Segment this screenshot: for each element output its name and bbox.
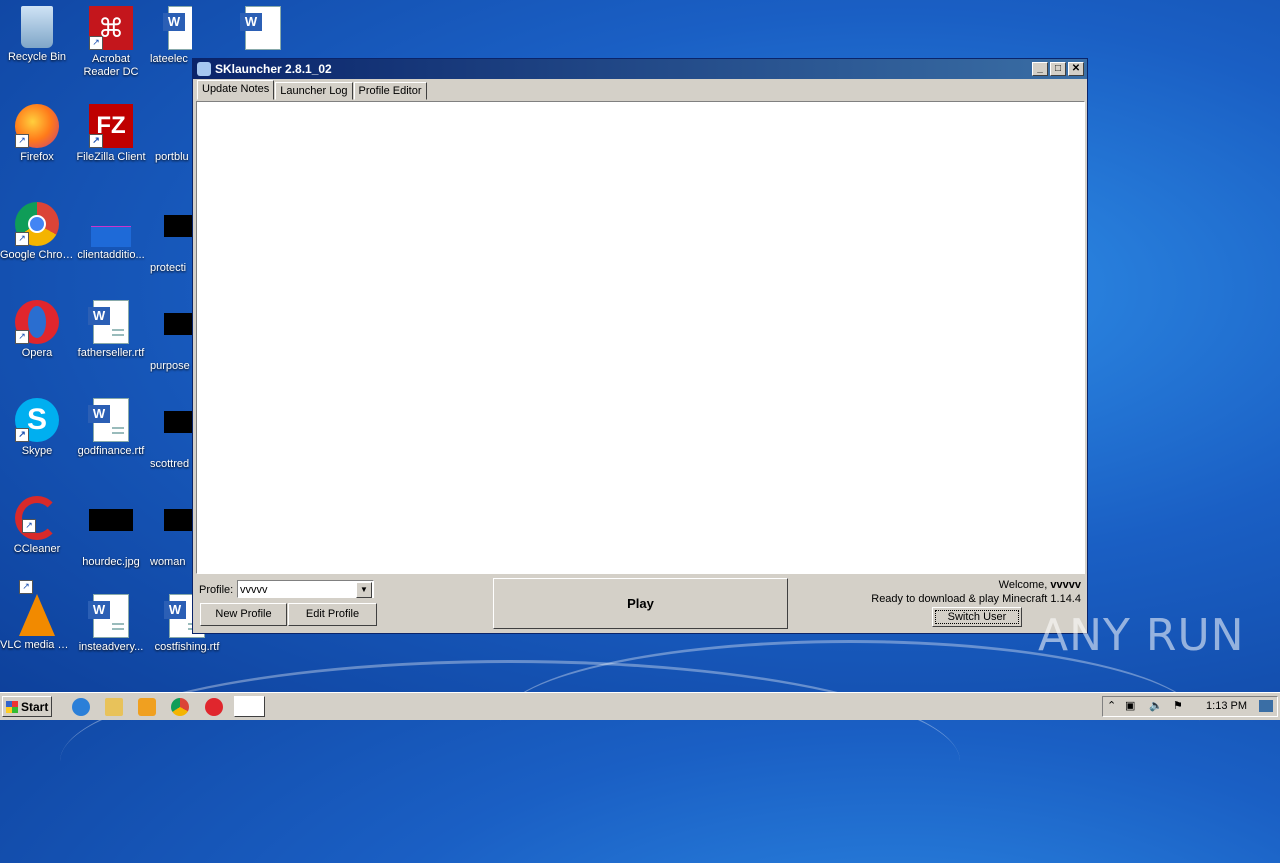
switch-user-button[interactable]: Switch User xyxy=(932,607,1022,627)
show-hidden-icons-icon[interactable]: ⌃ xyxy=(1107,699,1116,712)
desktop-icon-word-doc[interactable]: W xyxy=(226,6,300,53)
window-title: SKlauncher 2.8.1_02 xyxy=(215,62,332,76)
volume-icon[interactable]: 🔈 xyxy=(1149,699,1163,712)
windows-logo-icon xyxy=(6,701,18,713)
network-icon[interactable]: ▣ xyxy=(1125,699,1135,712)
desktop-icon-vlc[interactable]: ↗ VLC media player xyxy=(0,580,74,652)
opera-icon: ↗ xyxy=(15,300,59,344)
shortcut-arrow-icon: ↗ xyxy=(15,428,29,442)
acrobat-icon: ⌘ ↗ xyxy=(89,6,133,50)
desktop-icon-godfinance[interactable]: W godfinance.rtf xyxy=(74,398,148,458)
tab-update-notes[interactable]: Update Notes xyxy=(197,80,275,100)
firefox-icon: ↗ xyxy=(15,104,59,148)
desktop-icon-opera[interactable]: ↗ Opera xyxy=(0,300,74,360)
update-notes-panel[interactable] xyxy=(196,101,1085,574)
chrome-icon[interactable] xyxy=(171,698,189,716)
window-titlebar[interactable]: SKlauncher 2.8.1_02 _ □ ✕ xyxy=(193,59,1087,79)
profile-select[interactable]: vvvvv ▼ xyxy=(237,580,374,598)
username: vvvvv xyxy=(1050,579,1081,591)
image-thumbnail-icon xyxy=(164,313,192,335)
shortcut-arrow-icon: ↗ xyxy=(19,580,33,594)
recycle-bin-icon xyxy=(21,6,53,48)
tab-profile-editor[interactable]: Profile Editor xyxy=(353,82,427,100)
desktop-icon-fatherseller[interactable]: W fatherseller.rtf xyxy=(74,300,148,360)
tab-launcher-log[interactable]: Launcher Log xyxy=(275,82,353,100)
image-thumbnail-icon xyxy=(89,509,133,531)
file-explorer-icon[interactable] xyxy=(105,698,123,716)
taskbar-window-button[interactable] xyxy=(234,696,265,717)
status-text: Ready to download & play Minecraft 1.14.… xyxy=(871,593,1081,605)
opera-icon[interactable] xyxy=(205,698,223,716)
filezilla-icon: FZ ↗ xyxy=(89,104,133,148)
tab-bar: Update Notes Launcher Log Profile Editor xyxy=(197,80,428,100)
image-thumbnail-icon xyxy=(164,509,192,531)
shortcut-arrow-icon: ↗ xyxy=(22,519,36,533)
maximize-button[interactable]: □ xyxy=(1050,62,1066,76)
desktop-icon-purpose[interactable]: purpose xyxy=(150,300,192,373)
desktop-icon-recycle-bin[interactable]: Recycle Bin xyxy=(0,6,74,64)
system-tray: ⌃ ▣ 🔈 ⚑ 1:13 PM xyxy=(1102,696,1278,717)
chevron-down-icon[interactable]: ▼ xyxy=(356,582,372,598)
desktop-icon-firefox[interactable]: ↗ Firefox xyxy=(0,104,74,164)
taskbar: Start ⌃ ▣ 🔈 ⚑ 1:13 PM xyxy=(0,692,1280,720)
internet-explorer-icon[interactable] xyxy=(72,698,90,716)
word-document-icon: W xyxy=(240,6,281,50)
new-profile-button[interactable]: New Profile xyxy=(200,603,287,626)
profile-label: Profile: xyxy=(199,584,234,596)
ccleaner-icon: ↗ xyxy=(15,496,59,540)
app-icon xyxy=(197,62,211,76)
desktop-icon-lateelec[interactable]: W lateelec xyxy=(150,6,192,66)
image-thumbnail-icon xyxy=(164,215,192,237)
clock[interactable]: 1:13 PM xyxy=(1206,700,1247,712)
minimize-button[interactable]: _ xyxy=(1032,62,1048,76)
profile-select-value: vvvvv xyxy=(240,584,268,596)
status-area: Welcome, vvvvv Ready to download & play … xyxy=(871,578,1081,606)
shortcut-arrow-icon: ↗ xyxy=(89,36,103,50)
word-document-icon: W xyxy=(88,594,129,638)
desktop-icon-scottred[interactable]: scottred xyxy=(150,398,192,471)
sklauncher-window: SKlauncher 2.8.1_02 _ □ ✕ Update Notes L… xyxy=(192,58,1088,634)
desktop-icon-ccleaner[interactable]: ↗ CCleaner xyxy=(0,496,74,556)
desktop-icon-woman[interactable]: woman xyxy=(150,496,192,569)
desktop-icon-protecti[interactable]: protecti xyxy=(150,202,192,275)
show-desktop-icon[interactable] xyxy=(1259,700,1273,712)
vlc-cone-icon: ↗ xyxy=(19,580,55,636)
desktop-icon-acrobat[interactable]: ⌘ ↗ Acrobat Reader DC xyxy=(74,6,148,79)
launcher-footer: Profile: vvvvv ▼ New Profile Edit Profil… xyxy=(193,576,1087,634)
desktop-icon-insteadvery[interactable]: W insteadvery... xyxy=(74,594,148,654)
skype-icon: S ↗ xyxy=(15,398,59,442)
chrome-icon: ↗ xyxy=(15,202,59,246)
desktop-icon-hourdec[interactable]: hourdec.jpg xyxy=(74,496,148,569)
wallpaper-streak xyxy=(500,640,1200,803)
shortcut-arrow-icon: ↗ xyxy=(15,330,29,344)
shortcut-arrow-icon: ↗ xyxy=(15,232,29,246)
start-button[interactable]: Start xyxy=(2,696,52,717)
edit-profile-button[interactable]: Edit Profile xyxy=(288,603,377,626)
image-thumbnail-icon xyxy=(164,411,192,433)
close-button[interactable]: ✕ xyxy=(1068,62,1084,76)
desktop-icon-clientaddition[interactable]: clientadditio... xyxy=(74,202,148,262)
desktop-icon-google-chrome[interactable]: ↗ Google Chrome xyxy=(0,202,74,262)
file-thumbnail-icon xyxy=(89,202,133,247)
desktop-icon-portblu[interactable]: portblu xyxy=(150,104,192,164)
play-button[interactable]: Play xyxy=(493,578,788,629)
action-center-flag-icon[interactable]: ⚑ xyxy=(1173,699,1183,712)
welcome-text: Welcome, vvvvv xyxy=(998,579,1081,591)
anyrun-watermark: ANY RUN xyxy=(1038,610,1245,661)
shortcut-arrow-icon: ↗ xyxy=(89,134,103,148)
media-player-icon[interactable] xyxy=(138,698,156,716)
word-document-icon: W xyxy=(88,300,129,344)
desktop-icon-skype[interactable]: S ↗ Skype xyxy=(0,398,74,458)
word-document-icon: W xyxy=(88,398,129,442)
word-document-icon: W xyxy=(163,6,192,50)
shortcut-arrow-icon: ↗ xyxy=(15,134,29,148)
desktop-icon-filezilla[interactable]: FZ ↗ FileZilla Client xyxy=(74,104,148,164)
